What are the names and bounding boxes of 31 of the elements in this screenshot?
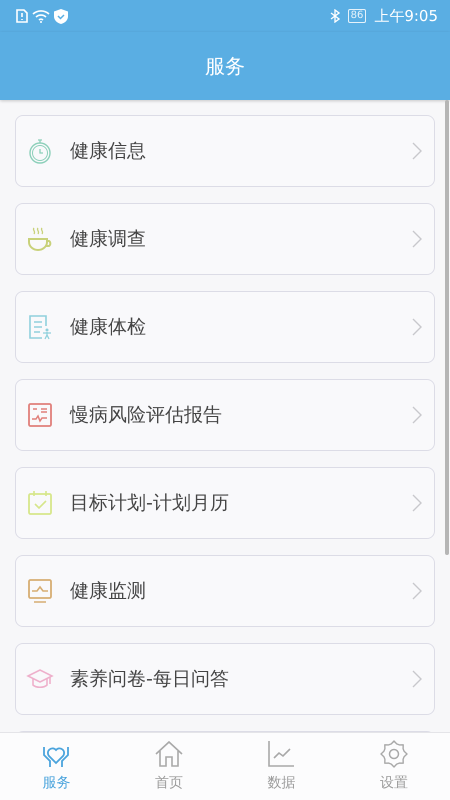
service-item[interactable]: 健康监测 <box>15 555 435 627</box>
service-label: 健康调查 <box>70 226 147 252</box>
service-item[interactable]: 目标计划-计划月历 <box>15 467 435 539</box>
bluetooth-icon <box>330 9 340 23</box>
shield-icon <box>54 8 68 24</box>
service-label: 目标计划-计划月历 <box>70 490 230 516</box>
service-item[interactable]: 健康体检 <box>15 291 435 363</box>
service-item[interactable]: 健康信息 <box>15 115 435 187</box>
settings-icon <box>378 739 409 769</box>
chevron-right-icon <box>412 494 422 512</box>
service-item[interactable]: 慢病风险评估报告 <box>15 379 435 451</box>
service-label: 健康体检 <box>70 314 147 340</box>
battery-level: 86 <box>348 9 366 23</box>
home-icon <box>154 739 184 769</box>
service-label: 慢病风险评估报告 <box>70 402 223 428</box>
page-title: 服务 <box>205 53 245 80</box>
service-label: 健康信息 <box>70 138 147 164</box>
chevron-right-icon <box>412 230 422 248</box>
line-chart-icon <box>266 739 296 769</box>
service-item[interactable]: 素养问卷-每日问答 <box>15 643 435 715</box>
clock-time: 上午9:05 <box>374 6 438 27</box>
service-label: 健康监测 <box>70 578 147 604</box>
service-label: 素养问卷-每日问答 <box>70 666 230 692</box>
chevron-right-icon <box>412 142 422 160</box>
service-item[interactable]: 健康调查 <box>15 203 435 275</box>
chevron-right-icon <box>412 670 422 688</box>
chevron-right-icon <box>412 406 422 424</box>
wifi-icon <box>32 9 50 23</box>
chevron-right-icon <box>412 582 422 600</box>
sim-alert-icon <box>16 9 28 23</box>
chevron-right-icon <box>412 318 422 336</box>
